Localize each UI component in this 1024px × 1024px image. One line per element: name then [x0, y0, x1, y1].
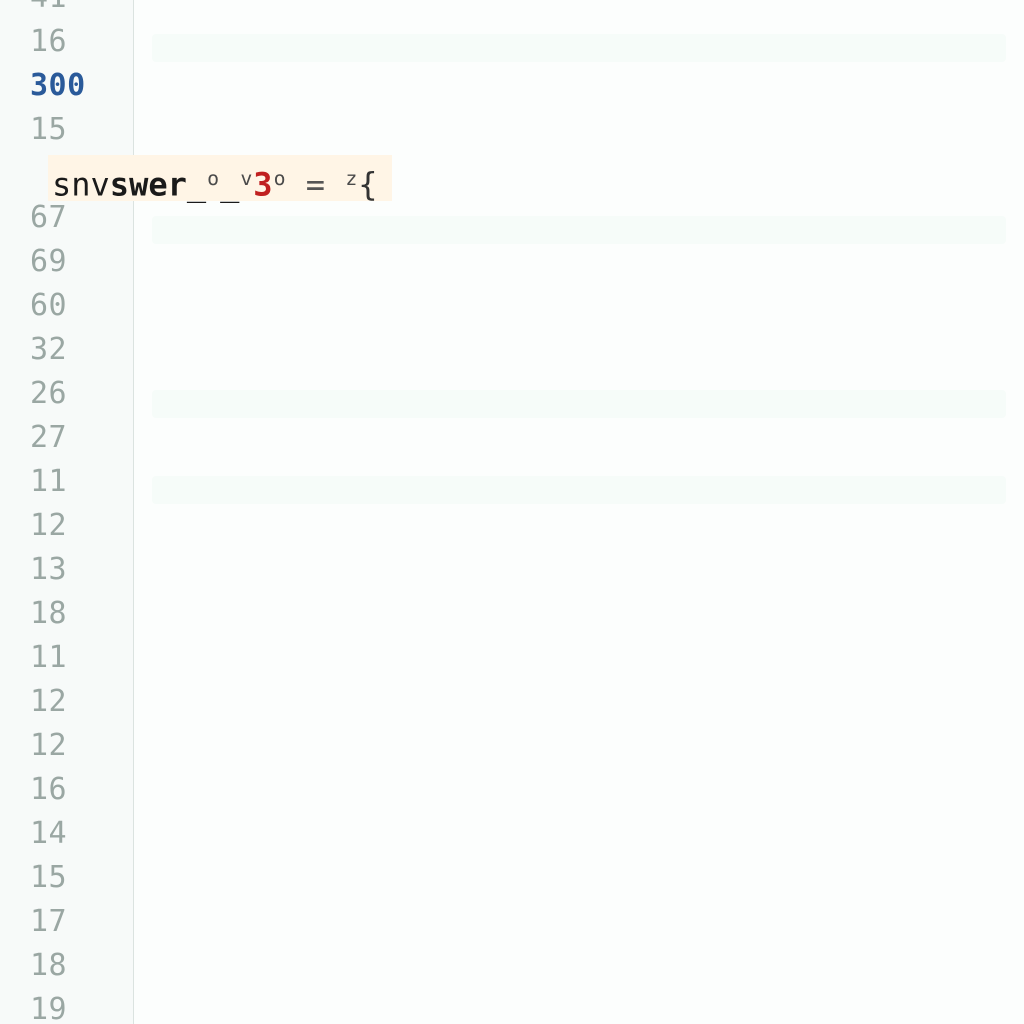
line-number[interactable]: 13	[0, 548, 133, 592]
line-number[interactable]: 26	[0, 372, 133, 416]
line-number[interactable]: 18	[0, 944, 133, 988]
line-number[interactable]: 12	[0, 680, 133, 724]
line-number[interactable]: 11	[0, 460, 133, 504]
editor-content[interactable]	[134, 0, 1024, 1024]
line-number[interactable]: 69	[0, 240, 133, 284]
line-number[interactable]: 12	[0, 724, 133, 768]
line-number[interactable]: 11	[0, 636, 133, 680]
code-token: o	[274, 167, 286, 190]
code-token: o	[207, 167, 219, 190]
line-number[interactable]: 14	[0, 812, 133, 856]
code-token: v	[240, 167, 252, 190]
highlight-band	[152, 390, 1006, 418]
line-number[interactable]: 41	[0, 0, 133, 20]
code-token: z	[345, 167, 357, 190]
line-number[interactable]: 16	[0, 20, 133, 64]
line-number[interactable]: 60	[0, 284, 133, 328]
code-token: {	[358, 166, 377, 204]
line-number[interactable]: 32	[0, 328, 133, 372]
line-number[interactable]: 300	[0, 64, 133, 108]
code-token: _	[187, 166, 206, 204]
line-number[interactable]: 17	[0, 900, 133, 944]
code-token: _	[220, 166, 239, 204]
line-number-gutter: 4116300156769603226271112131811121216141…	[0, 0, 134, 1024]
line-number[interactable]: 16	[0, 768, 133, 812]
line-number[interactable]: 27	[0, 416, 133, 460]
line-number[interactable]: 15	[0, 108, 133, 152]
line-number[interactable]: 12	[0, 504, 133, 548]
line-number[interactable]: 19	[0, 988, 133, 1024]
code-token: =	[287, 166, 345, 204]
line-number[interactable]: 15	[0, 856, 133, 900]
code-token: snv	[52, 166, 110, 204]
code-line-highlighted[interactable]: snvswer_o_v3o = z{	[48, 155, 392, 201]
code-token: 3	[253, 166, 272, 204]
line-number[interactable]: 18	[0, 592, 133, 636]
highlight-band	[152, 476, 1006, 504]
highlight-band	[152, 34, 1006, 62]
code-token: swer	[110, 166, 187, 204]
highlight-band	[152, 216, 1006, 244]
